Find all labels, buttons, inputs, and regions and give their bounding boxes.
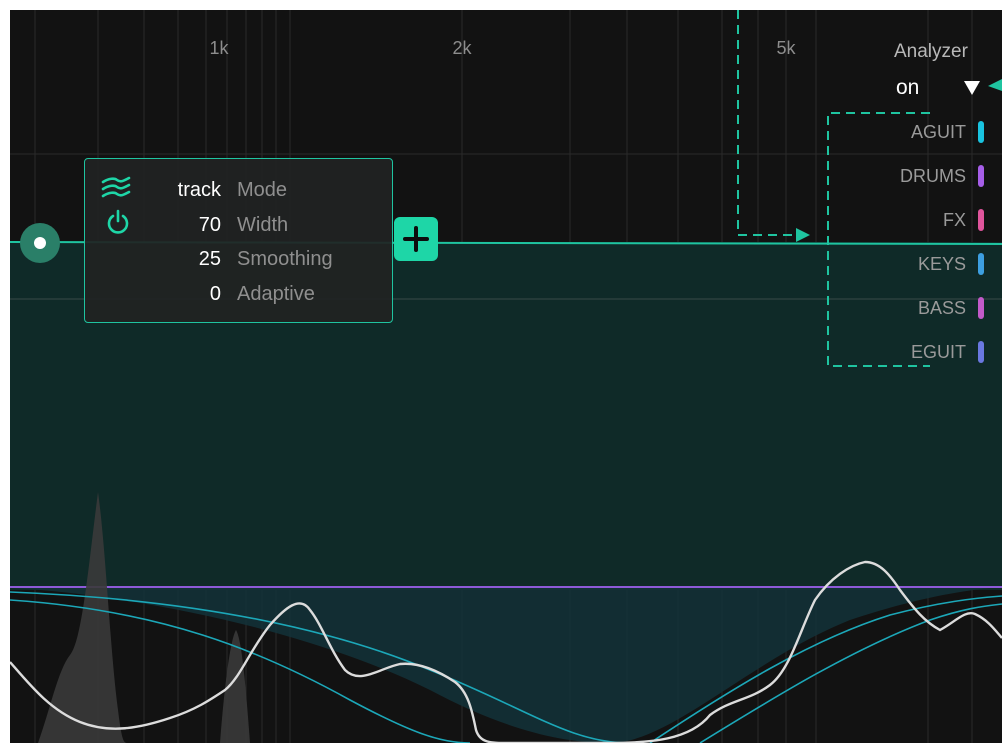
track-item[interactable]: EGUIT <box>911 338 984 366</box>
plus-icon <box>403 226 429 252</box>
add-node-button[interactable] <box>394 217 438 261</box>
track-item[interactable]: DRUMS <box>900 162 984 190</box>
analyzer-value[interactable]: on <box>896 76 919 100</box>
param-value: track <box>177 179 221 201</box>
param-name: Width <box>237 214 289 236</box>
track-color-swatch <box>978 121 984 143</box>
routing-arrowhead <box>796 228 810 242</box>
track-item[interactable]: BASS <box>918 294 984 322</box>
param-name: Mode <box>237 179 288 201</box>
track-color-swatch <box>978 341 984 363</box>
param-name: Smoothing <box>237 248 333 270</box>
track-label: EGUIT <box>910 341 966 362</box>
analyzer-pointer <box>988 79 1002 91</box>
param-adaptive[interactable]: 0 Adaptive <box>85 283 385 313</box>
freq-label: 2k <box>452 38 472 58</box>
track-color-swatch <box>978 209 984 231</box>
analyzer-title: Analyzer <box>894 41 968 62</box>
param-value: 25 <box>198 248 221 270</box>
param-name: Adaptive <box>237 283 315 305</box>
handle-dot <box>34 237 46 249</box>
track-item[interactable]: KEYS <box>918 250 984 278</box>
freq-label: 1k <box>209 38 229 58</box>
track-label: KEYS <box>917 253 966 274</box>
track-label: AGUIT <box>910 121 966 142</box>
track-label: BASS <box>917 297 966 318</box>
track-label: DRUMS <box>900 165 966 186</box>
track-color-swatch <box>978 297 984 319</box>
band-fill <box>10 587 1002 743</box>
node-handle[interactable] <box>20 223 60 263</box>
param-smoothing[interactable]: 25 Smoothing <box>85 248 385 278</box>
track-label: FX <box>942 209 966 230</box>
param-value: 0 <box>209 283 221 305</box>
track-item[interactable]: AGUIT <box>911 118 984 146</box>
track-item[interactable]: FX <box>943 206 984 234</box>
freq-label: 5k <box>776 38 796 58</box>
spectrum-editor[interactable]: 1k 2k 5k Analyzer on AGUIT DRUMS FX KEYS… <box>10 10 1002 743</box>
spectrum-canvas[interactable] <box>10 10 1002 743</box>
track-color-swatch <box>978 253 984 275</box>
param-width[interactable]: 70 Width <box>85 214 385 244</box>
param-value: 70 <box>198 214 221 236</box>
param-mode[interactable]: track Mode <box>85 179 385 209</box>
triangle-down-icon[interactable] <box>962 78 982 98</box>
track-color-swatch <box>978 165 984 187</box>
node-panel: track Mode 70 Width 25 Smoothing 0 Adapt… <box>84 158 393 323</box>
